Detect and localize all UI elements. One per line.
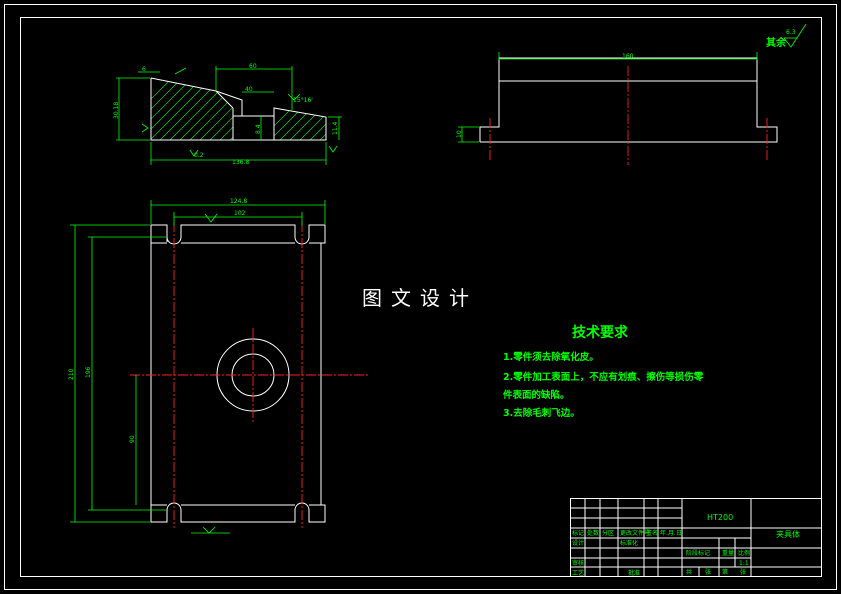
dim-front-right-height: 11.4	[332, 121, 339, 135]
tech-requirement-item: 1.零件须去除氧化皮。	[503, 351, 599, 363]
dim-front-slot-depth: 8.4	[255, 124, 262, 134]
dim-plan-inner-height: 196	[85, 366, 92, 378]
cad-drawing-sheet: 136.8 60 40 30.18 11.4 8.4 15°16' 6 0.2 …	[4, 4, 837, 590]
tb-zone: 分区	[602, 529, 614, 537]
tb-material: HT200	[707, 513, 733, 522]
watermark-text: 图文设计	[362, 286, 478, 310]
tb-checker: 审核	[572, 559, 584, 567]
dim-side-length: 160	[622, 53, 634, 60]
dim-front-offset: 6	[142, 66, 146, 73]
tb-sheets-total: 共	[686, 568, 692, 576]
tb-sheet-no: 第	[722, 568, 728, 576]
dim-front-overall-width: 136.8	[232, 159, 249, 166]
roughness-note: 其余 6.3	[766, 23, 807, 49]
tb-part-name: 夹具体	[776, 529, 800, 539]
tb-process: 工艺	[572, 569, 584, 577]
tb-designer: 设计	[572, 539, 584, 547]
tech-requirement-item: 3.去除毛刺飞边。	[503, 407, 580, 419]
tb-scale-value: 1:1	[739, 560, 749, 567]
tech-requirements-title: 技术要求	[572, 324, 629, 341]
tb-marking: 标记	[572, 529, 584, 537]
tb-approve: 批准	[628, 569, 640, 577]
dim-front-inner-width: 40	[245, 86, 253, 93]
tb-date: 年.月.日	[660, 529, 682, 537]
tech-requirements: 技术要求 1.零件须去除氧化皮。 2.零件加工表面上，不应有划痕、擦伤等损伤零 …	[503, 324, 704, 419]
roughness-value: 6.3	[786, 29, 796, 36]
plan-view: 124.8 102 210 196 90	[68, 198, 368, 534]
front-section-view: 136.8 60 40 30.18 11.4 8.4 15°16' 6 0.2	[113, 63, 342, 166]
tech-requirement-item: 2.零件加工表面上，不应有划痕、擦伤等损伤零	[503, 371, 704, 383]
tb-sheets-label: 张	[705, 568, 711, 576]
tb-weight: 重量	[722, 549, 734, 557]
dim-front-top-width: 60	[249, 63, 257, 70]
tb-scale: 比例	[738, 549, 750, 557]
tb-count: 处数	[587, 529, 599, 537]
dim-front-left-height: 30.18	[113, 102, 120, 119]
tb-standardize: 标准化	[620, 539, 638, 547]
title-block: 标记 处数 分区 更改文件号 签名 年.月.日 设计 标准化 审核 工艺 批准 …	[570, 498, 822, 577]
side-view: 160 10	[456, 52, 778, 165]
dim-side-height: 10	[456, 130, 463, 138]
roughness-label: 其余	[766, 36, 787, 49]
dim-plan-slot-spacing: 102	[234, 210, 246, 217]
dim-plan-overall-height: 210	[68, 368, 75, 380]
tech-requirement-item: 件表面的缺陷。	[503, 389, 570, 401]
dim-plan-overall-width: 124.8	[230, 198, 247, 205]
dim-front-tolerance: 0.2	[194, 152, 204, 159]
tb-signature: 签名	[646, 529, 658, 537]
tb-stage-mark: 阶段标记	[686, 549, 710, 557]
dim-plan-hole-offset: 90	[129, 435, 136, 443]
dim-front-angle: 15°16'	[293, 97, 313, 104]
tb-sheet-label: 张	[740, 568, 746, 576]
